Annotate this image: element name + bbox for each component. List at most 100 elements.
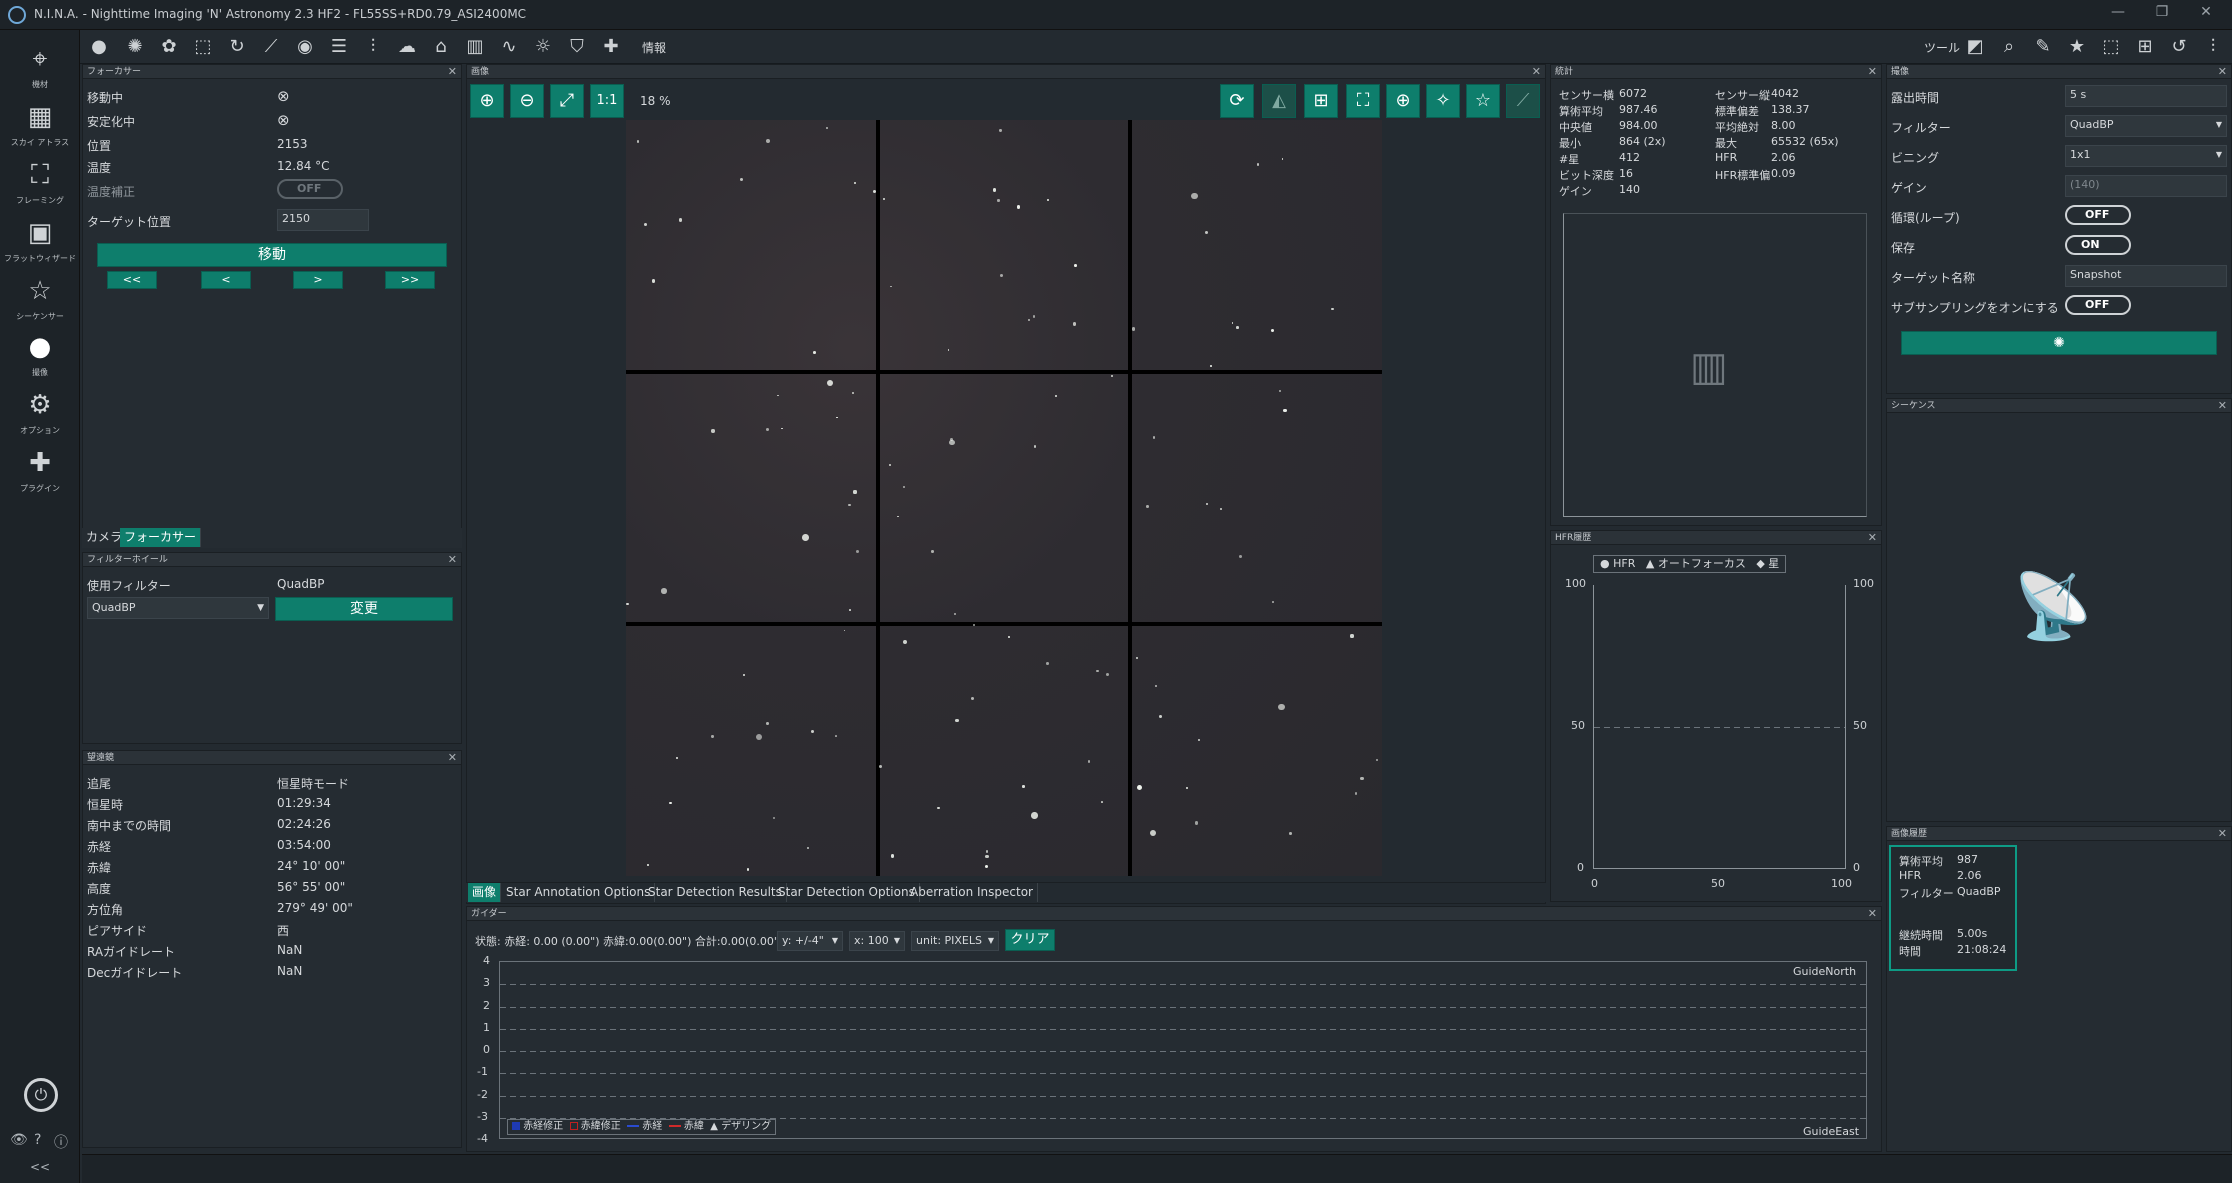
captured-image[interactable] [626, 120, 1382, 876]
top-toolbar: ● ✺ ✿ ⬚ ↻ ⟋ ◉ ☰ ⫶ ☁ ⌂ ▥ ∿ ☼ ⛉ ✚ 情報 ツール ◩… [80, 30, 2232, 64]
target-position-input[interactable]: 2150 [277, 209, 369, 231]
crosshair-button[interactable]: ⊕ [1386, 84, 1420, 118]
rotate-button[interactable]: ⟳ [1220, 84, 1254, 118]
weather-icon[interactable]: ☁ [394, 35, 420, 59]
help-icon[interactable]: ? [34, 1132, 41, 1148]
close-window-button[interactable]: ✕ [2184, 4, 2228, 26]
close-icon[interactable]: ✕ [448, 553, 457, 567]
close-icon[interactable]: ✕ [448, 751, 457, 765]
brush-icon[interactable]: ✎ [2030, 35, 2056, 59]
auto-stretch-button[interactable]: ✧ [1426, 84, 1460, 118]
star [1153, 436, 1156, 439]
stat-label: ビット深度 [1559, 169, 1614, 182]
flip-button[interactable]: ◭ [1262, 84, 1296, 118]
zoom-one-to-one-button[interactable]: 1:1 [590, 84, 624, 118]
dither-icon[interactable]: ⊞ [2132, 35, 2158, 59]
settings-sliders-icon[interactable]: ⫶ [2200, 35, 2226, 59]
sliders-icon[interactable]: ⫶ [360, 35, 386, 59]
binning-select[interactable]: 1x1 ▼ [2065, 145, 2227, 167]
power-icon[interactable]: ⏻ [24, 1078, 58, 1112]
step-forward-button[interactable]: > [293, 271, 343, 289]
change-filter-button[interactable]: 変更 [275, 597, 453, 621]
temp-comp-toggle[interactable]: OFF [277, 179, 343, 199]
x-scale-select[interactable]: x: 100 ▼ [849, 931, 905, 951]
maximize-button[interactable]: ❐ [2140, 4, 2184, 26]
tab-star-detection-options[interactable]: Star Detection Options [774, 883, 920, 902]
close-icon[interactable]: ✕ [1532, 65, 1541, 79]
history-thumbnail[interactable]: 算術平均 987 HFR 2.06 フィルター QuadBP 継続時間 5.00s 時間… [1889, 845, 2017, 971]
info-label[interactable]: 情報 [642, 39, 666, 56]
nav-plugins[interactable]: ✚ プラグイン [0, 442, 80, 500]
visibility-icon[interactable]: 👁 [10, 1132, 28, 1148]
safety-icon[interactable]: ⛉ [564, 35, 590, 59]
annotate-button[interactable]: ⟋ [1506, 84, 1540, 118]
unit-select[interactable]: unit: PIXELS ▼ [911, 931, 999, 951]
camera-icon[interactable]: ● [86, 35, 112, 59]
shutter-icon[interactable]: ✺ [122, 35, 148, 59]
tab-star-annotation-options[interactable]: Star Annotation Options [502, 883, 656, 902]
hfr-x-tick: 0 [1591, 877, 1598, 890]
dome-icon[interactable]: ⌂ [428, 35, 454, 59]
switch-icon[interactable]: ☰ [326, 35, 352, 59]
puzzle-icon[interactable]: ✚ [598, 35, 624, 59]
zoom-out-button[interactable]: ⊖ [510, 84, 544, 118]
nav-equipment[interactable]: ⌖ 機材 [0, 38, 80, 96]
clear-button[interactable]: クリア [1005, 929, 1055, 951]
grid-overlay-button[interactable]: ⊞ [1304, 84, 1338, 118]
step-back-large-button[interactable]: << [107, 271, 157, 289]
image-history-panel: 画像履歴 ✕ 算術平均 987 HFR 2.06 フィルター QuadBP 継続時間 5.… [1886, 826, 2232, 1152]
guider-icon[interactable]: ◉ [292, 35, 318, 59]
fit-to-window-button[interactable]: ⤢ [550, 84, 584, 118]
status-bar [82, 1154, 2232, 1183]
nav-sky-atlas[interactable]: ▦ スカイ アトラス [0, 96, 80, 154]
target-name-input[interactable]: Snapshot [2065, 265, 2227, 287]
zoom-in-button[interactable]: ⊕ [470, 84, 504, 118]
focuser-icon[interactable]: ⬚ [190, 35, 216, 59]
crop-frame-button[interactable]: ⛶ [1346, 84, 1380, 118]
move-button[interactable]: 移動 [97, 243, 447, 267]
capture-filter-select[interactable]: QuadBP ▼ [2065, 115, 2227, 137]
crop-icon[interactable]: ⬚ [2098, 35, 2124, 59]
tools-label[interactable]: ツール [1924, 39, 1960, 56]
save-toggle[interactable]: ON [2065, 235, 2131, 255]
nav-options[interactable]: ⚙ オプション [0, 384, 80, 442]
chart-icon[interactable]: ▥ [462, 35, 488, 59]
detect-stars-button[interactable]: ☆ [1466, 84, 1500, 118]
filter-wheel-icon[interactable]: ✿ [156, 35, 182, 59]
subsample-toggle[interactable]: OFF [2065, 295, 2131, 315]
close-icon[interactable]: ✕ [1868, 531, 1877, 545]
close-icon[interactable]: ✕ [2218, 65, 2227, 79]
close-icon[interactable]: ✕ [1868, 907, 1877, 921]
nav-imaging[interactable]: ● 撮像 [0, 326, 80, 384]
y-scale-select[interactable]: y: +/-4" ▼ [777, 931, 843, 951]
gain-input[interactable]: (140) [2065, 175, 2227, 197]
bulb-icon[interactable]: ☼ [530, 35, 556, 59]
search-icon[interactable]: ⌕ [1996, 35, 2022, 59]
rotator-icon[interactable]: ↻ [224, 35, 250, 59]
nav-framing[interactable]: ⛶ フレーミング [0, 154, 80, 212]
tab-aberration-inspector[interactable]: Aberration Inspector [906, 883, 1038, 902]
exposure-input[interactable]: 5 s [2065, 85, 2227, 107]
nav-sequencer[interactable]: ☆ シーケンサー [0, 270, 80, 328]
nav-flat-wizard[interactable]: ▣ フラットウィザード [0, 212, 80, 270]
eraser-icon[interactable]: ◩ [1962, 35, 1988, 59]
collapse-nav-button[interactable]: << [30, 1160, 50, 1174]
close-icon[interactable]: ✕ [2218, 827, 2227, 841]
tab-star-detection-results[interactable]: Star Detection Results [644, 883, 787, 902]
loop-toggle[interactable]: OFF [2065, 205, 2131, 225]
minimize-button[interactable]: — [2096, 4, 2140, 26]
step-forward-large-button[interactable]: >> [385, 271, 435, 289]
close-icon[interactable]: ✕ [2218, 399, 2227, 413]
close-icon[interactable]: ✕ [1868, 65, 1877, 79]
history-icon[interactable]: ↺ [2166, 35, 2192, 59]
tab-focuser[interactable]: フォーカサー [120, 528, 202, 547]
capture-button[interactable]: ✺ [1901, 331, 2217, 355]
about-icon[interactable]: ⓘ [54, 1132, 68, 1152]
filter-select[interactable]: QuadBP ▼ [87, 597, 269, 619]
star-icon[interactable]: ★ [2064, 35, 2090, 59]
graph-icon[interactable]: ∿ [496, 35, 522, 59]
tab-image[interactable]: 画像 [468, 883, 502, 902]
step-back-button[interactable]: < [201, 271, 251, 289]
close-icon[interactable]: ✕ [448, 65, 457, 79]
telescope-toolbar-icon[interactable]: ⟋ [258, 35, 284, 59]
